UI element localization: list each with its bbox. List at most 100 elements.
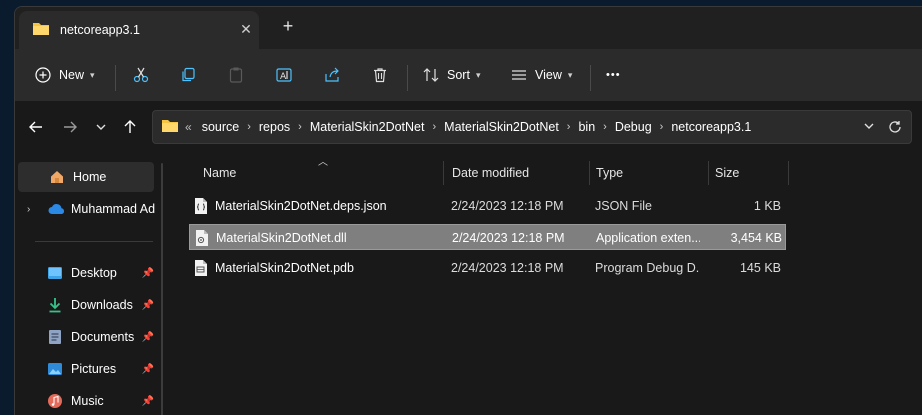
rename-icon: A xyxy=(274,65,294,85)
tab-title: netcoreapp3.1 xyxy=(60,23,140,37)
file-date: 2/24/2023 12:18 PM xyxy=(451,199,564,213)
chevron-right-icon[interactable]: › xyxy=(298,121,302,133)
chevron-right-icon[interactable]: › xyxy=(567,121,571,133)
cut-button[interactable] xyxy=(131,60,151,90)
new-button[interactable]: New ▾ xyxy=(33,60,95,90)
dll-file-icon xyxy=(194,229,210,247)
file-name: MaterialSkin2DotNet.dll xyxy=(216,231,347,245)
rename-button[interactable]: A xyxy=(274,60,294,90)
pin-icon[interactable]: 📌 xyxy=(142,332,154,343)
breadcrumb-source[interactable]: source xyxy=(202,120,240,134)
sort-label: Sort xyxy=(447,68,470,82)
sidebar-item-downloads[interactable]: Downloads 📌 xyxy=(18,290,154,320)
table-row[interactable]: MaterialSkin2DotNet.deps.json 2/24/2023 … xyxy=(189,193,786,219)
sidebar-item-home[interactable]: Home xyxy=(18,162,154,192)
sidebar-item-pictures[interactable]: Pictures 📌 xyxy=(18,354,154,384)
chevron-right-icon[interactable]: › xyxy=(660,121,664,133)
pdb-file-icon xyxy=(193,259,209,277)
divider xyxy=(590,65,591,91)
chevron-right-icon[interactable]: › xyxy=(27,204,30,215)
more-options-button[interactable]: ••• xyxy=(606,60,621,90)
sidebar-item-label: Desktop xyxy=(71,266,117,280)
file-name: MaterialSkin2DotNet.deps.json xyxy=(215,199,387,213)
file-type: Program Debug D... xyxy=(595,261,699,275)
overflow-crumbs-button[interactable]: « xyxy=(185,120,192,134)
new-label: New xyxy=(59,68,85,82)
column-divider[interactable] xyxy=(589,161,590,185)
refresh-button[interactable] xyxy=(887,119,903,138)
navigation-bar: « source › repos › MaterialSkin2DotNet ›… xyxy=(15,101,922,151)
file-size: 3,454 KB xyxy=(730,231,782,245)
close-tab-button[interactable]: ✕ xyxy=(238,21,254,38)
pin-icon[interactable]: 📌 xyxy=(142,364,154,375)
pin-icon[interactable]: 📌 xyxy=(142,396,154,407)
address-bar[interactable]: « source › repos › MaterialSkin2DotNet ›… xyxy=(152,110,912,144)
share-icon xyxy=(322,65,342,85)
file-size: 1 KB xyxy=(753,199,781,213)
chevron-right-icon[interactable]: › xyxy=(603,121,607,133)
pictures-icon xyxy=(46,360,64,378)
breadcrumb-debug[interactable]: Debug xyxy=(615,120,652,134)
cloud-icon xyxy=(48,200,66,218)
view-button[interactable]: View ▾ xyxy=(509,60,572,90)
file-type: JSON File xyxy=(595,199,652,213)
chevron-right-icon[interactable]: › xyxy=(432,121,436,133)
column-header-type[interactable]: Type xyxy=(596,161,623,185)
sort-button[interactable]: Sort ▾ xyxy=(421,60,480,90)
sidebar-item-onedrive[interactable]: › Muhammad Ad xyxy=(18,194,168,224)
file-type: Application exten... xyxy=(596,231,700,245)
column-header-size[interactable]: Size xyxy=(715,161,739,185)
sidebar-scrollbar[interactable] xyxy=(161,163,163,415)
sidebar-item-documents[interactable]: Documents 📌 xyxy=(18,322,154,352)
sort-icon xyxy=(421,65,441,85)
sidebar-item-label: Documents xyxy=(71,330,135,344)
sidebar-item-desktop[interactable]: Desktop 📌 xyxy=(18,258,154,288)
folder-icon xyxy=(161,118,179,136)
pin-icon[interactable]: 📌 xyxy=(142,300,154,311)
scissors-icon xyxy=(131,65,151,85)
up-button[interactable] xyxy=(120,117,140,137)
forward-button[interactable] xyxy=(60,117,80,137)
clipboard-icon xyxy=(226,65,246,85)
file-size: 145 KB xyxy=(739,261,781,275)
file-list: ︿ Name Date modified Type Size MaterialS… xyxy=(171,151,922,415)
column-divider[interactable] xyxy=(788,161,789,185)
file-date: 2/24/2023 12:18 PM xyxy=(451,261,564,275)
view-label: View xyxy=(535,68,562,82)
breadcrumb-materialskin-project[interactable]: MaterialSkin2DotNet xyxy=(444,120,559,134)
file-name: MaterialSkin2DotNet.pdb xyxy=(215,261,354,275)
delete-button[interactable] xyxy=(370,60,390,90)
tab-netcoreapp[interactable]: netcoreapp3.1 ✕ xyxy=(19,11,259,49)
arrow-right-icon xyxy=(64,121,77,133)
breadcrumb-netcoreapp[interactable]: netcoreapp3.1 xyxy=(671,120,751,134)
address-history-button[interactable] xyxy=(863,120,875,135)
home-icon xyxy=(48,168,66,186)
back-button[interactable] xyxy=(26,117,46,137)
divider xyxy=(35,241,153,242)
command-bar: New ▾ A Sort ▾ View ▾ ••• xyxy=(15,49,922,101)
breadcrumb-bin[interactable]: bin xyxy=(578,120,595,134)
column-header-date[interactable]: Date modified xyxy=(452,161,529,185)
paste-button[interactable] xyxy=(226,60,246,90)
breadcrumb-repos[interactable]: repos xyxy=(259,120,290,134)
chevron-right-icon[interactable]: › xyxy=(247,121,251,133)
column-divider[interactable] xyxy=(443,161,444,185)
table-row[interactable]: MaterialSkin2DotNet.pdb 2/24/2023 12:18 … xyxy=(189,255,786,281)
table-row-selected[interactable]: MaterialSkin2DotNet.dll 2/24/2023 12:18 … xyxy=(189,224,786,250)
file-date: 2/24/2023 12:18 PM xyxy=(452,231,565,245)
svg-text:A: A xyxy=(280,72,287,82)
pin-icon[interactable]: 📌 xyxy=(142,268,154,279)
chevron-down-icon: ▾ xyxy=(90,69,95,80)
plus-circle-icon xyxy=(33,65,53,85)
new-tab-button[interactable]: + xyxy=(278,17,298,35)
column-header-name[interactable]: Name xyxy=(203,161,236,185)
music-icon xyxy=(46,392,64,410)
copy-button[interactable] xyxy=(178,60,198,90)
breadcrumb-materialskin-solution[interactable]: MaterialSkin2DotNet xyxy=(310,120,425,134)
sidebar-item-music[interactable]: Music 📌 xyxy=(18,386,154,415)
refresh-icon xyxy=(889,121,901,133)
recent-locations-button[interactable] xyxy=(91,117,111,137)
column-divider[interactable] xyxy=(708,161,709,185)
share-button[interactable] xyxy=(322,60,342,90)
folder-icon xyxy=(32,21,50,39)
